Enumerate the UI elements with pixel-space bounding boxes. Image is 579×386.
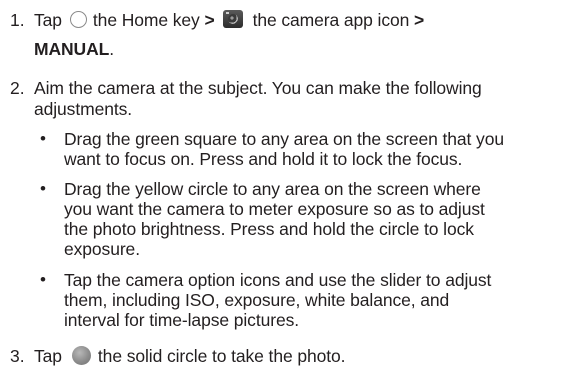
step-1-period: . [109, 39, 114, 59]
step-2-line-2: adjustments. [34, 99, 133, 119]
step-1-camera-text: the camera app icon [252, 10, 410, 30]
bullet-2-line-4: exposure. [64, 239, 140, 259]
step-1-separator-1: > [204, 10, 215, 30]
step-1-home-text: the Home key [92, 10, 200, 30]
step-2-line-1: Aim the camera at the subject. You can m… [34, 78, 482, 98]
step-3-line-1: Tap the solid circle to take the photo. [34, 345, 346, 367]
bullet-3-marker: • [40, 270, 46, 289]
step-1-tap-text: Tap [34, 10, 62, 30]
bullet-1-line-2: want to focus on. Press and hold it to l… [64, 149, 463, 169]
step-3-instruction-text: the solid circle to take the photo. [97, 346, 346, 366]
camera-app-icon [222, 10, 243, 29]
step-1-number: 1. [10, 10, 25, 30]
bullet-3-line-3: interval for time-lapse pictures. [64, 310, 299, 330]
bullet-2-marker: • [40, 179, 46, 198]
bullet-2-line-2: you want the camera to meter exposure so… [64, 199, 485, 219]
instruction-document: 1. Tap the Home key > the camera app icon … [0, 0, 579, 386]
home-key-icon [69, 10, 87, 28]
shutter-button-icon [71, 345, 91, 365]
bullet-2-line-1: Drag the yellow circle to any area on th… [64, 179, 481, 199]
step-1-line-1: Tap the Home key > the camera app icon > [34, 9, 424, 31]
step-1-separator-2: > [414, 10, 425, 30]
bullet-3-line-2: them, including ISO, exposure, white bal… [64, 290, 450, 310]
bullet-3-line-1: Tap the camera option icons and use the … [64, 270, 492, 290]
step-3-number: 3. [10, 346, 25, 366]
step-1-line-2: MANUAL. [34, 38, 114, 60]
step-2-number: 2. [10, 78, 25, 98]
manual-mode-label: MANUAL [34, 39, 110, 59]
step-3-tap-text: Tap [34, 346, 62, 366]
bullet-2-line-3: the photo brightness. Press and hold the… [64, 219, 474, 239]
bullet-1-marker: • [40, 129, 46, 148]
bullet-1-line-1: Drag the green square to any area on the… [64, 129, 504, 149]
